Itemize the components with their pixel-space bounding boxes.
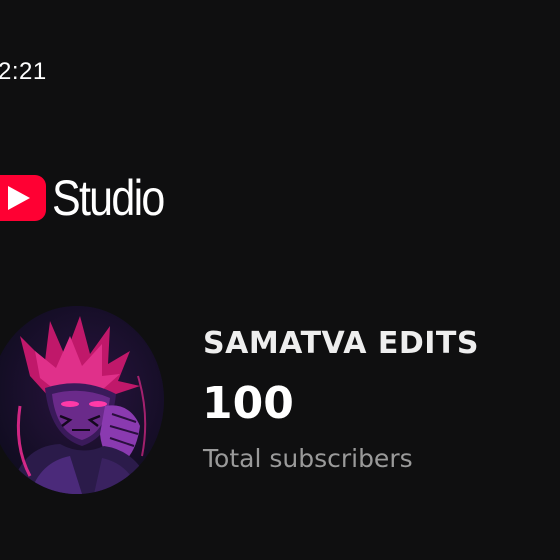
subscriber-label: Total subscribers bbox=[203, 444, 413, 473]
channel-name: SAMATVA EDITS bbox=[203, 326, 480, 361]
youtube-play-icon bbox=[0, 175, 46, 221]
app-title: Studio bbox=[52, 170, 165, 226]
youtube-studio-logo[interactable]: Studio bbox=[0, 168, 182, 228]
subscriber-count: 100 bbox=[202, 378, 294, 429]
status-bar-time: 2:21 bbox=[0, 58, 47, 85]
avatar-image bbox=[0, 306, 164, 494]
channel-avatar[interactable] bbox=[0, 306, 164, 494]
